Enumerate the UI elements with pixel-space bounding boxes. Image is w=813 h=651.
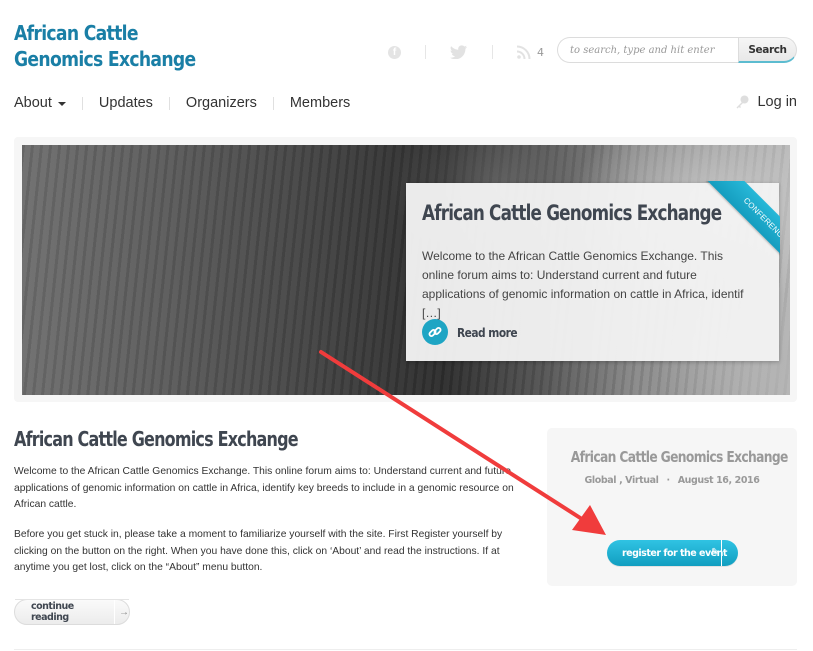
social-links: f 4: [388, 42, 544, 62]
search-button[interactable]: Search: [738, 37, 797, 63]
event-title-text: African Cattle Genomics Exchange: [570, 448, 789, 466]
event-widget: African Cattle Genomics Exchange Global …: [547, 428, 797, 586]
event-location: Global , Virtual: [584, 475, 659, 486]
event-title[interactable]: African Cattle Genomics Exchange: [547, 448, 797, 466]
nav-item-label: About: [14, 95, 52, 111]
read-more-link[interactable]: Read more: [422, 319, 528, 345]
post-paragraph: Welcome to the African Cattle Genomics E…: [14, 466, 514, 510]
nav-divider: [168, 96, 170, 110]
key-icon: [736, 95, 749, 109]
button-divider: [114, 600, 115, 624]
search-form: Search: [557, 37, 797, 63]
facebook-icon[interactable]: f: [388, 45, 401, 59]
nav-item-about[interactable]: About: [14, 95, 66, 111]
register-button[interactable]: register for the event ✎: [607, 540, 738, 566]
nav-item-members[interactable]: Members: [290, 95, 350, 111]
rss-icon[interactable]: [517, 45, 531, 59]
search-input[interactable]: [557, 37, 738, 63]
twitter-icon[interactable]: [450, 45, 468, 59]
main-nav: About Updates Organizers Members: [14, 94, 350, 112]
category-ribbon: CONFERENCE: [680, 181, 780, 281]
nav-item-organizers[interactable]: Organizers: [186, 95, 257, 111]
category-label[interactable]: CONFERENCE: [702, 181, 780, 281]
nav-item-updates[interactable]: Updates: [99, 95, 153, 111]
continue-reading-label: continue reading: [31, 601, 74, 623]
read-more-label: Read more: [457, 324, 518, 340]
post-title[interactable]: African Cattle Genomics Exchange: [14, 427, 299, 451]
arrow-right-icon: →: [119, 606, 129, 618]
divider: [492, 45, 493, 59]
pencil-icon: ✎: [711, 547, 720, 558]
hero-title[interactable]: African Cattle Genomics Exchange: [422, 201, 722, 225]
caret-down-icon: [57, 102, 66, 106]
login-link[interactable]: Log in: [735, 94, 797, 110]
link-icon: [422, 319, 448, 345]
site-title[interactable]: African Cattle Genomics Exchange: [14, 20, 220, 72]
login-label: Log in: [757, 94, 797, 110]
meta-separator: ·: [666, 475, 671, 486]
divider: [425, 45, 426, 59]
continue-reading-button[interactable]: continue reading →: [14, 599, 130, 625]
divider: [14, 649, 797, 650]
button-divider: [721, 540, 722, 566]
nav-divider: [81, 96, 83, 110]
rss-count: 4: [537, 45, 544, 59]
event-date: August 16, 2016: [677, 475, 760, 486]
nav-divider: [272, 96, 274, 110]
post-paragraph: Before you get stuck in, please take a m…: [14, 529, 503, 573]
event-meta: Global , Virtual · August 16, 2016: [547, 475, 797, 486]
